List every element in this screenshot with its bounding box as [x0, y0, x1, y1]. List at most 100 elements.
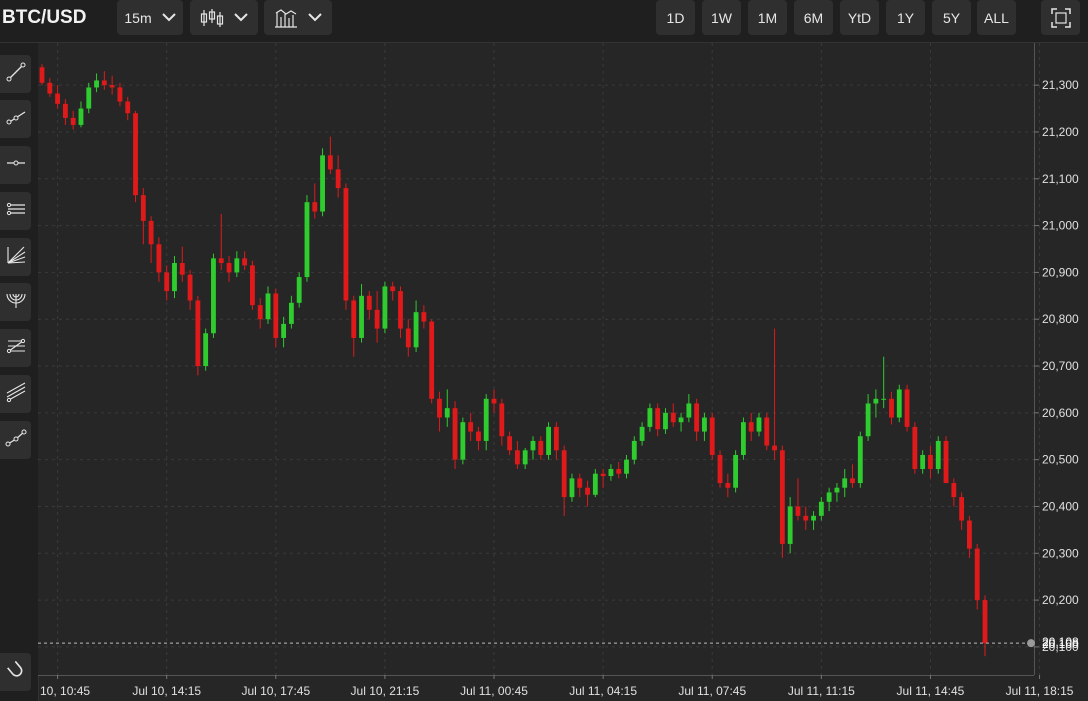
- candle-body: [265, 293, 271, 320]
- tool-magnet[interactable]: [0, 653, 31, 691]
- tool-parallel-channel[interactable]: [0, 192, 31, 230]
- candle-body: [678, 417, 684, 423]
- candle-body: [203, 333, 209, 367]
- candle-body: [133, 113, 138, 196]
- candle-body: [514, 450, 520, 465]
- candle-body: [600, 473, 606, 477]
- candle-body: [553, 426, 559, 451]
- tool-fib-channel[interactable]: [0, 375, 31, 413]
- y-tick-label: 20,400: [1042, 499, 1079, 513]
- candle-body: [164, 272, 170, 292]
- candle-body: [896, 389, 902, 418]
- candle-body: [234, 258, 240, 273]
- range-button-5y[interactable]: 5Y: [932, 0, 971, 35]
- range-button-1d[interactable]: 1D: [656, 0, 695, 35]
- candle-body: [312, 202, 318, 212]
- y-tick-label: 20,300: [1042, 546, 1079, 560]
- range-button-1w[interactable]: 1W: [702, 0, 741, 35]
- candle-body: [382, 286, 388, 329]
- candle-body: [842, 478, 848, 488]
- candle-body: [881, 398, 887, 400]
- candle-body: [803, 515, 809, 521]
- candle-body: [865, 403, 871, 437]
- horizontal-line-icon: [5, 152, 27, 179]
- candle-body: [585, 487, 590, 495]
- candle-body: [733, 454, 739, 488]
- candle-body: [94, 80, 99, 88]
- candle-body: [211, 258, 216, 334]
- candle-body: [569, 478, 575, 498]
- candle-body: [811, 515, 816, 521]
- candle-body: [920, 454, 926, 470]
- candle-body: [546, 426, 551, 455]
- indicators-dropdown[interactable]: [264, 0, 332, 35]
- candle-body: [943, 440, 949, 484]
- range-button-1m[interactable]: 1M: [748, 0, 787, 35]
- tool-pitchfork[interactable]: [0, 421, 31, 459]
- candle-body: [398, 291, 403, 329]
- candle-body: [904, 389, 910, 427]
- tool-trend-line[interactable]: [0, 55, 31, 93]
- indicators-icon: [274, 8, 298, 28]
- interval-label: 15m: [124, 9, 152, 26]
- candle-body: [429, 321, 435, 399]
- tool-fib-retracement[interactable]: [0, 329, 31, 367]
- y-tick-label: 20,600: [1042, 406, 1079, 420]
- candle-body: [125, 101, 131, 114]
- candle-body: [655, 408, 661, 430]
- candle-body: [670, 412, 676, 423]
- symbol-label: BTC/USD: [2, 7, 87, 28]
- candle-body: [889, 398, 894, 418]
- chevron-down-icon: [308, 13, 322, 22]
- candle-body: [468, 422, 474, 432]
- candle-body: [359, 295, 364, 338]
- candle-body: [935, 440, 941, 470]
- candle-body: [826, 492, 832, 502]
- fib-channel-icon: [5, 381, 27, 408]
- x-tick-label: 10, 10:45: [40, 684, 90, 698]
- candle-body: [101, 80, 107, 86]
- x-tick-label: Jul 11, 00:45: [460, 684, 528, 698]
- candle-body: [195, 300, 201, 367]
- candle-body: [616, 469, 622, 474]
- candle-body: [281, 323, 287, 338]
- tool-fib-fan[interactable]: [0, 238, 31, 276]
- drawing-tools-sidebar: [0, 43, 39, 701]
- candle-body: [717, 454, 723, 484]
- candle-body: [187, 274, 193, 301]
- trend-line-icon: [5, 61, 27, 88]
- range-button-all[interactable]: ALL: [977, 0, 1016, 35]
- candle-body: [779, 450, 785, 544]
- candle-body: [86, 87, 92, 109]
- tool-ray[interactable]: [0, 100, 31, 138]
- candle-body: [444, 408, 450, 418]
- candle-body: [740, 422, 746, 455]
- candle-body: [437, 398, 442, 418]
- range-button-1y[interactable]: 1Y: [886, 0, 925, 35]
- fullscreen-button[interactable]: [1041, 0, 1080, 35]
- y-tick-label: 20,500: [1042, 453, 1079, 467]
- candle-body: [873, 398, 879, 404]
- candle-body: [966, 520, 972, 549]
- candle-body: [452, 408, 458, 460]
- candle-body: [818, 501, 824, 516]
- candle-body: [390, 286, 396, 292]
- tool-fib-arc[interactable]: [0, 283, 31, 321]
- range-button-6m[interactable]: 6M: [794, 0, 833, 35]
- y-tick-label: 20,800: [1042, 312, 1079, 326]
- tool-horizontal-line[interactable]: [0, 146, 31, 184]
- current-price-marker: [1027, 639, 1035, 648]
- interval-dropdown[interactable]: 15m: [117, 0, 183, 35]
- candle-body: [686, 403, 692, 418]
- price-chart[interactable]: 20,100 20,200 20,300 20,400 20,500 20,600 20,7…: [38, 43, 1088, 701]
- candle-body: [242, 258, 248, 266]
- x-tick-label: Jul 10, 21:15: [351, 684, 420, 698]
- candle-body: [561, 450, 567, 498]
- candle-body: [850, 478, 855, 484]
- candlestick-icon: [200, 8, 224, 28]
- candle-body: [982, 600, 988, 644]
- chart-type-dropdown[interactable]: [190, 0, 258, 35]
- candle-body: [405, 328, 411, 348]
- plot-area: [38, 43, 1034, 675]
- range-button-ytd[interactable]: YtD: [840, 0, 879, 35]
